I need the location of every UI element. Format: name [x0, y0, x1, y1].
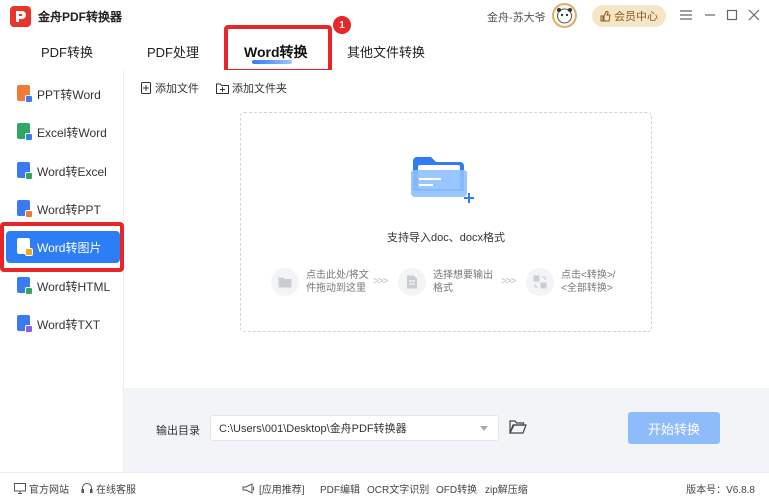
tab-pdf-process[interactable]: PDF处理 — [147, 42, 199, 61]
maximize-icon[interactable] — [722, 5, 742, 25]
convert-icon — [526, 268, 554, 296]
document-icon — [398, 268, 426, 296]
app-title: 金舟PDF转换器 — [38, 10, 123, 24]
add-folder-button[interactable]: 添加文件夹 — [216, 80, 287, 96]
output-dir-path: C:\Users\001\Desktop\金舟PDF转换器 — [219, 423, 407, 435]
thumb-up-icon — [600, 10, 611, 21]
version-label: 版本号：V6.8.8 — [686, 485, 755, 496]
open-folder-icon[interactable] — [509, 419, 527, 434]
avatar[interactable] — [552, 3, 577, 28]
menu-icon[interactable] — [676, 5, 696, 25]
app-recommend-link[interactable]: [应用推荐] — [242, 481, 305, 496]
word-file-icon — [17, 277, 33, 295]
step-add-file: 点击此处/将文 件拖动到这里 — [271, 268, 369, 296]
sidebar-item-label: Word转HTML — [37, 279, 111, 294]
vip-center-button[interactable]: 会员中心 — [592, 5, 666, 27]
step-badge-1: 1 — [333, 16, 351, 34]
add-file-label: 添加文件 — [155, 83, 199, 95]
megaphone-icon — [242, 483, 254, 494]
folder-add-icon — [411, 157, 474, 203]
step-text: 点击此处/将文 件拖动到这里 — [306, 270, 369, 294]
output-dir-select[interactable]: C:\Users\001\Desktop\金舟PDF转换器 — [210, 415, 499, 441]
main-panel: 添加文件 添加文件夹 支持导入doc、docx格式 点击此处/将文 件拖动到这里 … — [124, 70, 769, 388]
file-drop-zone[interactable]: 支持导入doc、docx格式 点击此处/将文 件拖动到这里 >>> 选择想要输出格… — [240, 112, 652, 332]
step-select-format: 选择想要输出 格式 — [398, 268, 493, 296]
main-tabs: PDF转换 PDF处理 Word转换 其他文件转换 — [0, 32, 769, 70]
sidebar-item-word-to-ppt[interactable]: Word转PPT — [6, 193, 120, 225]
ppt-file-icon — [17, 85, 33, 103]
online-service-link[interactable]: 在线客服 — [81, 481, 136, 496]
app-logo-icon — [10, 6, 31, 27]
supported-formats-hint: 支持导入doc、docx格式 — [387, 232, 505, 244]
status-bar: 官方网站 在线客服 [应用推荐] PDF编辑 OCR文字识别 OFD转换 zip… — [0, 472, 769, 500]
sidebar-item-word-to-html[interactable]: Word转HTML — [6, 270, 120, 302]
sidebar-item-label: PPT转Word — [37, 87, 101, 102]
sidebar-item-word-to-excel[interactable]: Word转Excel — [6, 155, 120, 187]
word-file-icon — [17, 315, 33, 333]
step-text: 选择想要输出 格式 — [433, 270, 493, 294]
word-file-icon — [17, 162, 33, 180]
title-bar: 金舟PDF转换器 金舟-苏大爷 会员中心 — [0, 0, 769, 32]
vip-center-label: 会员中心 — [614, 11, 658, 23]
step-text: 点击<转换>/<全部转换> — [561, 270, 616, 294]
chevron-down-icon — [480, 426, 488, 431]
sidebar-item-label: Word转PPT — [37, 202, 101, 217]
sidebar-item-ppt-to-word[interactable]: PPT转Word — [6, 78, 120, 110]
sidebar-item-excel-to-word[interactable]: Excel转Word — [6, 116, 120, 148]
pdf-edit-link[interactable]: PDF编辑 — [320, 481, 360, 496]
add-folder-label: 添加文件夹 — [232, 83, 287, 95]
step-convert: 点击<转换>/<全部转换> — [526, 268, 615, 296]
close-icon[interactable] — [744, 5, 764, 25]
output-bar: 输出目录 C:\Users\001\Desktop\金舟PDF转换器 开始转换 — [124, 388, 769, 472]
highlight-box-tab — [224, 25, 332, 73]
sidebar-item-label: Excel转Word — [37, 125, 107, 140]
word-file-icon — [17, 200, 33, 218]
headset-icon — [81, 483, 93, 493]
step-arrow: >>> — [501, 276, 517, 287]
sidebar-item-label: Word转TXT — [37, 317, 101, 332]
username[interactable]: 金舟-苏大爷 — [487, 9, 546, 25]
add-file-icon — [141, 82, 151, 94]
step-arrow: >>> — [373, 276, 389, 287]
ocr-link[interactable]: OCR文字识别 — [367, 481, 429, 496]
add-folder-icon — [216, 83, 229, 94]
output-dir-label: 输出目录 — [156, 425, 200, 437]
monitor-icon — [14, 483, 26, 494]
add-file-button[interactable]: 添加文件 — [140, 80, 199, 96]
tab-other-convert[interactable]: 其他文件转换 — [347, 42, 425, 61]
minimize-icon[interactable] — [700, 5, 720, 25]
folder-icon — [271, 268, 299, 296]
tab-pdf-convert[interactable]: PDF转换 — [41, 42, 93, 61]
highlight-box-sidebar — [0, 222, 124, 272]
sidebar-item-word-to-txt[interactable]: Word转TXT — [6, 308, 120, 340]
zip-extract-link[interactable]: zip解压缩 — [485, 481, 528, 496]
sidebar-item-label: Word转Excel — [37, 164, 107, 179]
start-convert-button[interactable]: 开始转换 — [628, 412, 720, 444]
ofd-convert-link[interactable]: OFD转换 — [436, 481, 477, 496]
official-website-link[interactable]: 官方网站 — [14, 481, 69, 496]
excel-file-icon — [17, 123, 33, 141]
